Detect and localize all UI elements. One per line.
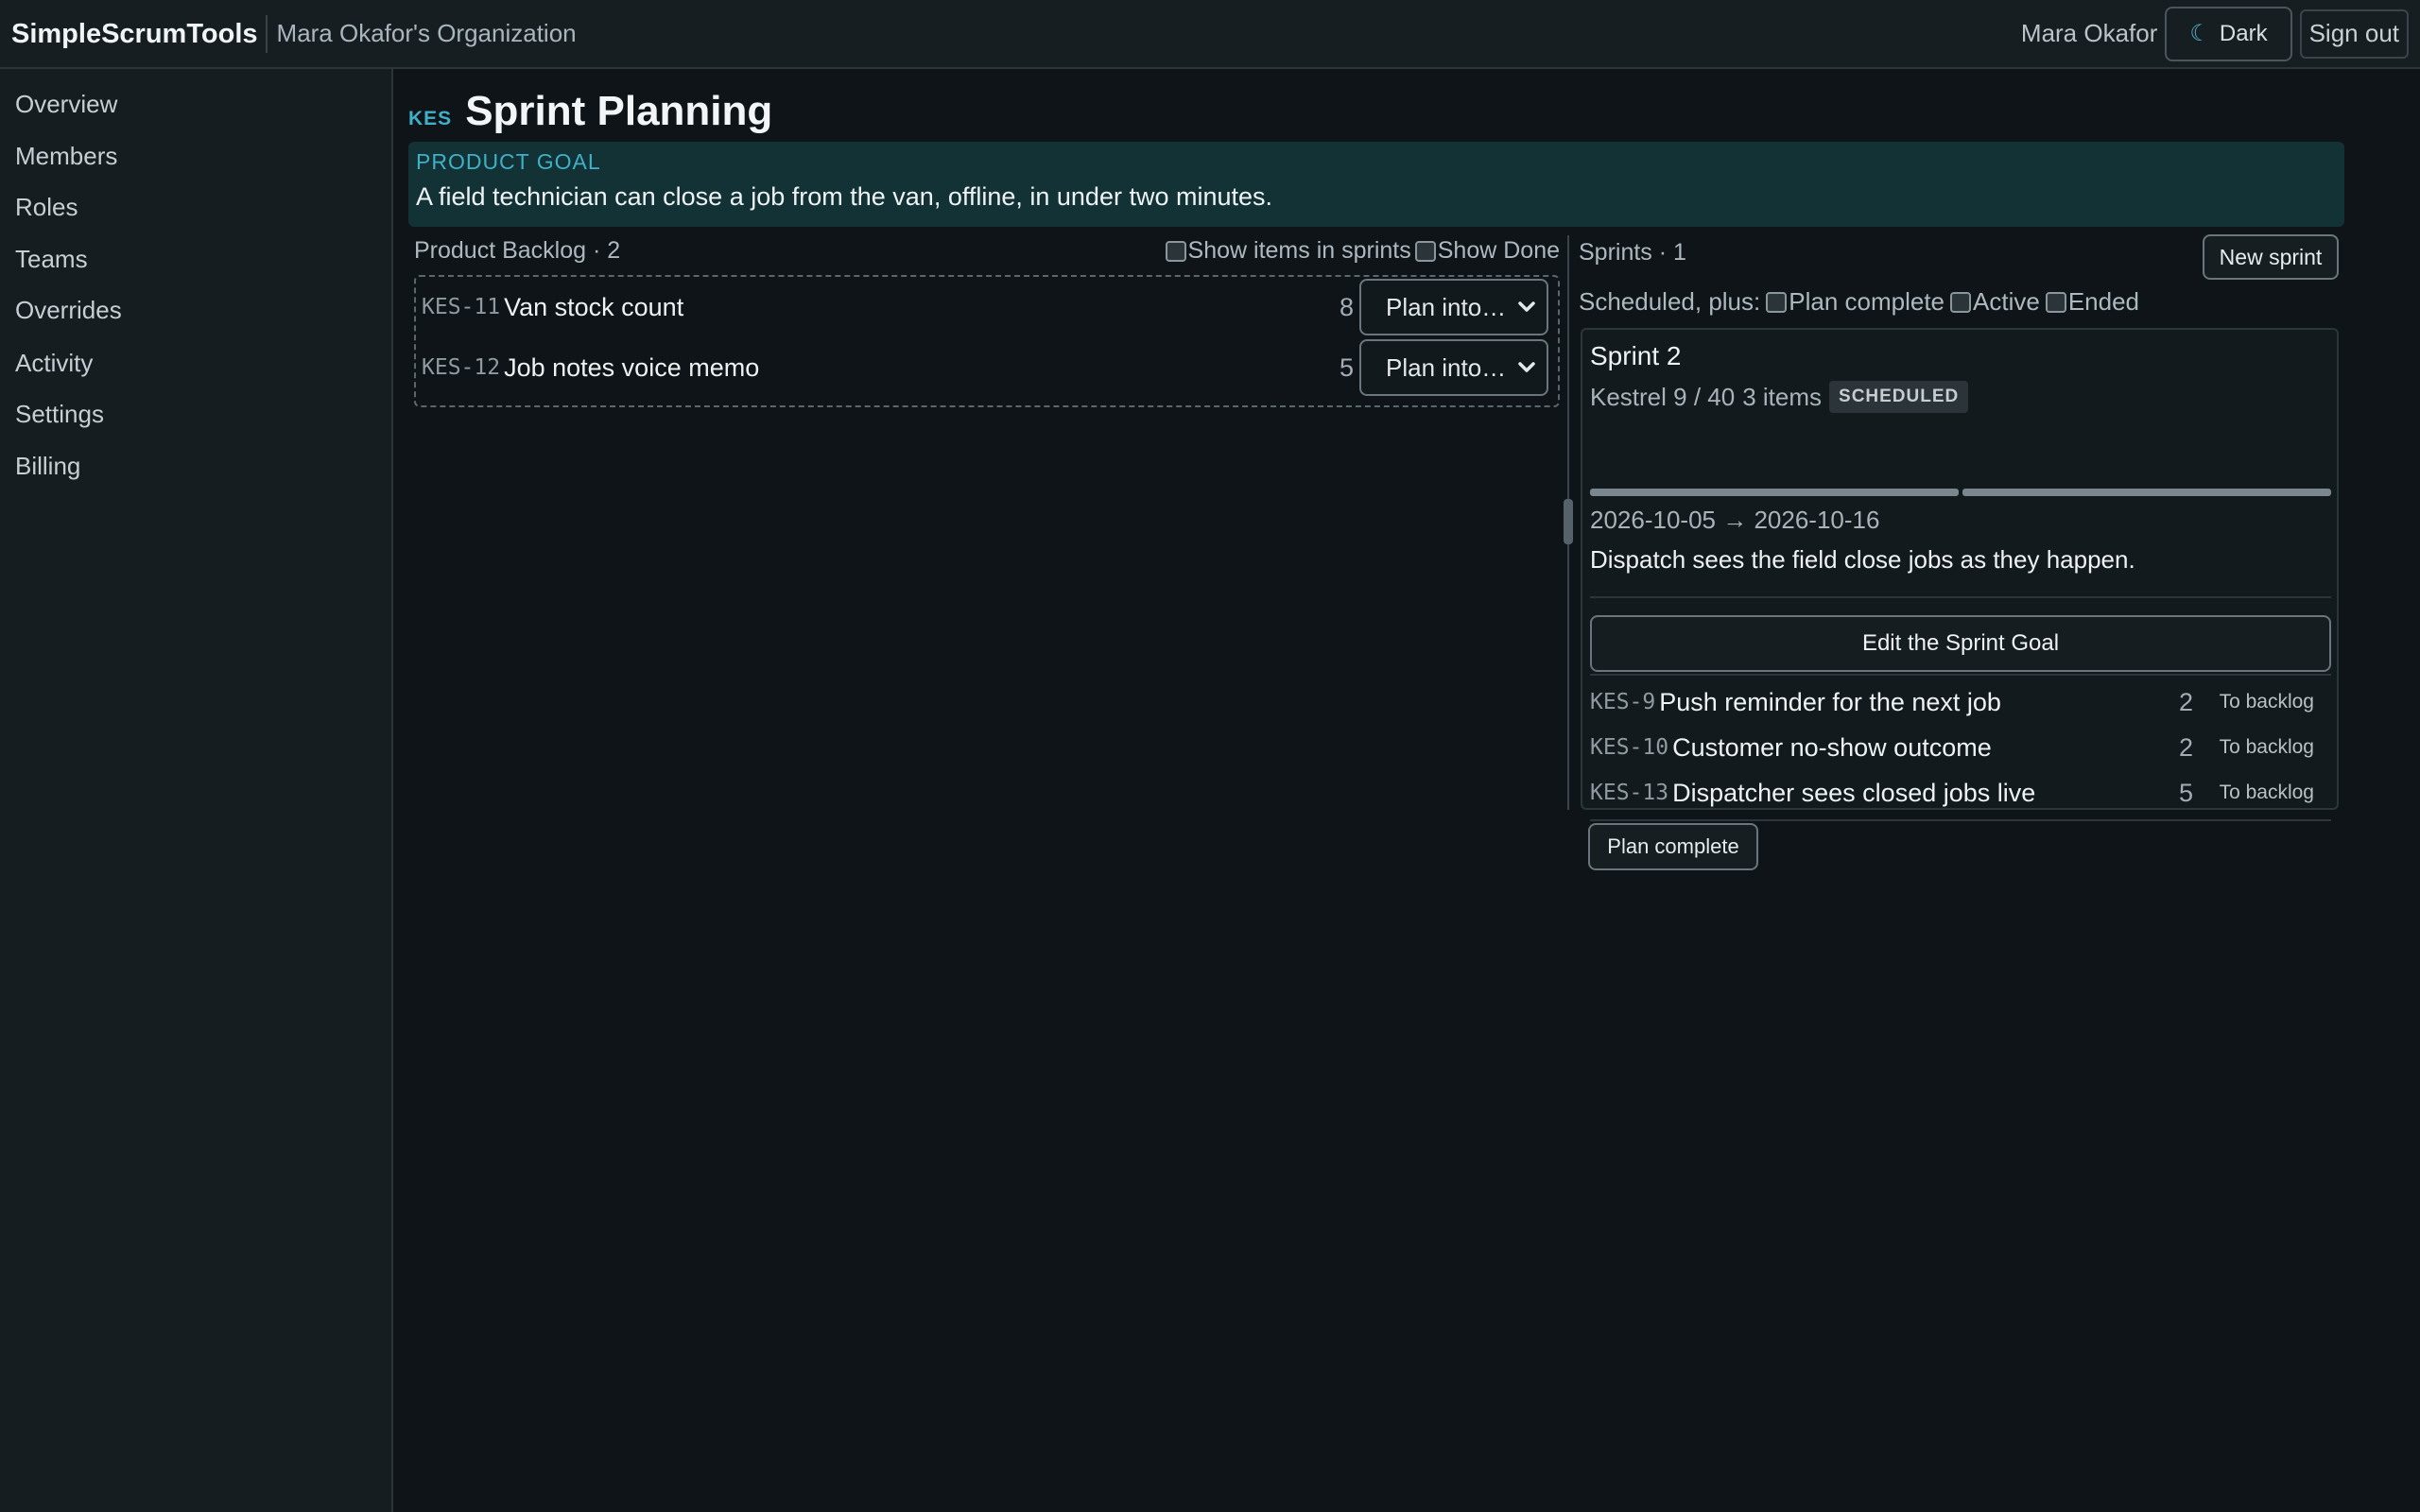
product-goal-panel: PRODUCT GOAL A field technician can clos… [408, 142, 2344, 227]
plan-complete-filter-label: Plan complete [1789, 287, 1945, 316]
sidebar-item-overview[interactable]: Overview [15, 90, 117, 119]
sprint-name: Sprint 2 [1590, 341, 1682, 370]
moon-icon: ☾ [2189, 21, 2210, 46]
item-title: Customer no-show outcome [1672, 732, 1992, 762]
item-key: KES-9 [1590, 690, 1656, 714]
capacity-bar-segment [1590, 489, 1959, 496]
sidebar-item-settings[interactable]: Settings [15, 400, 104, 429]
plan-into-value: Plan into… [1386, 352, 1507, 382]
active-filter[interactable]: Active [1950, 287, 2040, 317]
ended-checkbox[interactable] [2045, 291, 2066, 313]
sidebar-item-roles[interactable]: Roles [15, 193, 78, 222]
sidebar-item-teams[interactable]: Teams [15, 245, 88, 274]
sidebar: Overview Members Roles Teams Overrides A… [0, 69, 393, 1512]
edit-sprint-goal-button[interactable]: Edit the Sprint Goal [1590, 615, 2331, 672]
plan-complete-button[interactable]: Plan complete [1588, 823, 1758, 870]
sprint-item-count: 3 items [1742, 382, 1823, 411]
active-filter-label: Active [1973, 287, 2040, 316]
sidebar-item-overrides[interactable]: Overrides [15, 296, 122, 325]
item-title: Dispatcher sees closed jobs live [1672, 778, 2036, 807]
top-bar-right: Mara Okafor ☾ Dark Sign out [2020, 6, 2409, 61]
plan-complete-checkbox[interactable] [1766, 291, 1788, 313]
page-title: Sprint Planning [465, 88, 773, 134]
list-item[interactable]: KES-12 Job notes voice memo 5 Plan into… [422, 339, 1552, 396]
to-backlog-button[interactable]: To backlog [2220, 782, 2314, 804]
plan-into-select[interactable]: Plan into… [1359, 279, 1548, 335]
ended-filter[interactable]: Ended [2045, 287, 2140, 317]
item-points: 5 [1339, 352, 1354, 382]
item-points: 8 [1339, 292, 1354, 321]
page-heading: KES Sprint Planning [408, 88, 772, 135]
item-points: 2 [2178, 687, 2193, 716]
item-title: Push reminder for the next job [1659, 687, 2001, 716]
item-key: KES-10 [1590, 735, 1669, 760]
backlog-title: Product Backlog · 2 [414, 237, 621, 264]
sprint-team-capacity: Kestrel 9 / 40 [1590, 382, 1736, 411]
table-row[interactable]: KES-10 Customer no-show outcome 2 To bac… [1590, 727, 2331, 768]
divider [1590, 596, 2331, 598]
arrow-right-icon: → [1722, 506, 1748, 534]
product-goal-text: A field technician can close a job from … [416, 182, 1273, 211]
brand-logo[interactable]: SimpleScrumTools [11, 14, 268, 53]
sprint-goal: Dispatch sees the field close jobs as th… [1590, 545, 2135, 574]
show-done-filter[interactable]: Show Done [1414, 237, 1560, 265]
table-row[interactable]: KES-13 Dispatcher sees closed jobs live … [1590, 772, 2331, 814]
top-bar: SimpleScrumTools Mara Okafor's Organizat… [0, 0, 2420, 69]
show-items-in-sprints-label: Show items in sprints [1187, 237, 1411, 264]
to-backlog-button[interactable]: To backlog [2220, 736, 2314, 759]
sidebar-item-billing[interactable]: Billing [15, 452, 80, 481]
sprints-title: Sprints · 1 [1579, 239, 1686, 266]
theme-toggle-button[interactable]: ☾ Dark [2165, 6, 2292, 61]
backlog-header: Product Backlog · 2 Show items in sprint… [414, 237, 1560, 269]
table-row[interactable]: KES-9 Push reminder for the next job 2 T… [1590, 681, 2331, 723]
to-backlog-button[interactable]: To backlog [2220, 691, 2314, 713]
project-key: KES [408, 108, 453, 129]
chevron-down-icon [1518, 301, 1535, 312]
show-done-checkbox[interactable] [1414, 240, 1436, 262]
plan-complete-filter[interactable]: Plan complete [1766, 287, 1945, 317]
sprint-card: Sprint 2 Kestrel 9 / 40 3 items SCHEDULE… [1581, 328, 2339, 821]
chevron-down-icon [1518, 362, 1535, 372]
plan-into-select[interactable]: Plan into… [1359, 339, 1548, 396]
sidebar-item-activity[interactable]: Activity [15, 349, 93, 378]
show-items-in-sprints-filter[interactable]: Show items in sprints [1165, 237, 1411, 265]
item-key: KES-13 [1590, 781, 1669, 805]
item-points: 2 [2178, 732, 2193, 762]
sprint-end-date: 2026-10-16 [1754, 506, 1880, 534]
plan-into-value: Plan into… [1386, 292, 1507, 321]
capacity-bar-segment [1962, 489, 2331, 496]
sprint-filter-prefix: Scheduled, plus: [1579, 287, 1761, 316]
new-sprint-button[interactable]: New sprint [2203, 234, 2339, 280]
organization-name: Mara Okafor's Organization [276, 19, 577, 47]
sprint-filters: Scheduled, plus: Plan complete Active En… [1579, 287, 2139, 317]
sprint-dates: 2026-10-05 → 2026-10-16 [1590, 506, 1879, 535]
theme-toggle-label: Dark [2219, 20, 2268, 46]
divider [1590, 819, 2331, 821]
ended-filter-label: Ended [2067, 287, 2140, 316]
product-goal-label: PRODUCT GOAL [416, 149, 601, 174]
item-key: KES-12 [422, 355, 501, 380]
sign-out-button[interactable]: Sign out [2299, 9, 2409, 59]
sprint-start-date: 2026-10-05 [1590, 506, 1716, 534]
item-key: KES-11 [422, 295, 501, 319]
show-done-label: Show Done [1437, 237, 1560, 264]
status-badge: SCHEDULED [1829, 381, 1969, 413]
backlog-filters: Show items in sprints Show Done [1165, 237, 1560, 265]
user-name: Mara Okafor [2020, 19, 2158, 47]
sprint-meta: Kestrel 9 / 40 3 items SCHEDULED [1590, 381, 1969, 413]
show-items-in-sprints-checkbox[interactable] [1165, 240, 1186, 262]
backlog-list: KES-11 Van stock count 8 Plan into… KES-… [414, 275, 1560, 407]
item-points: 5 [2178, 778, 2193, 807]
active-checkbox[interactable] [1950, 291, 1972, 313]
list-item[interactable]: KES-11 Van stock count 8 Plan into… [422, 279, 1552, 335]
divider [1590, 674, 2331, 676]
item-title: Job notes voice memo [504, 352, 760, 382]
main-content: KES Sprint Planning PRODUCT GOAL A field… [395, 69, 2420, 1512]
sidebar-item-members[interactable]: Members [15, 142, 117, 171]
item-title: Van stock count [504, 292, 684, 321]
splitter-drag-handle[interactable] [1564, 499, 1573, 544]
